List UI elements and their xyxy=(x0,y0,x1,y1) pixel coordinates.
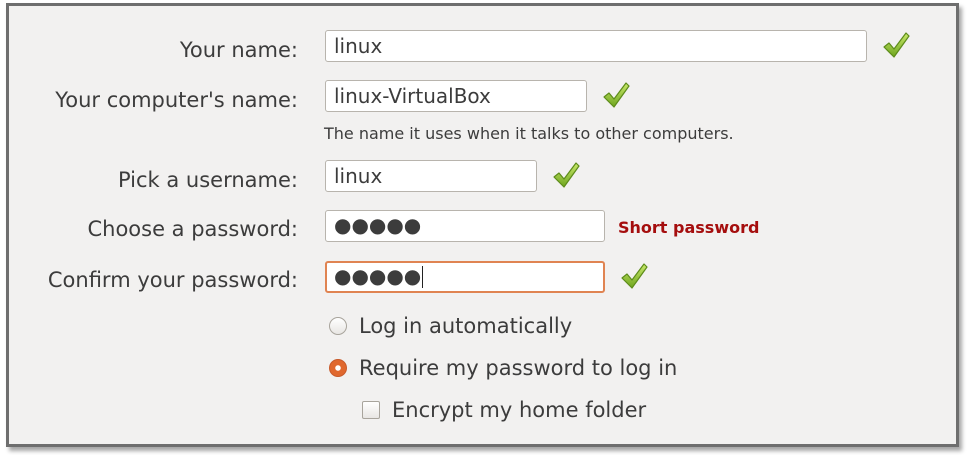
username-input[interactable]: linux xyxy=(325,160,537,192)
user-setup-panel: Your name: linux Your computer's name: l… xyxy=(6,3,959,447)
confirm-password-input[interactable]: ●●●●● xyxy=(325,261,605,293)
confirm-password-valid-checkmark-icon xyxy=(619,261,649,291)
confirm-password-mask: ●●●●● xyxy=(334,264,422,288)
computer-name-hint: The name it uses when it talks to other … xyxy=(324,124,734,143)
require-password-label[interactable]: Require my password to log in xyxy=(359,356,677,380)
username-valid-checkmark-icon xyxy=(551,160,581,190)
computer-name-label: Your computer's name: xyxy=(55,88,298,112)
password-mask: ●●●●● xyxy=(334,213,422,237)
encrypt-home-option[interactable]: Encrypt my home folder xyxy=(362,396,646,424)
computer-name-input[interactable]: linux-VirtualBox xyxy=(325,80,587,112)
confirm-password-label: Confirm your password: xyxy=(47,268,298,292)
password-input[interactable]: ●●●●● xyxy=(325,210,605,242)
your-name-input[interactable]: linux xyxy=(325,30,867,62)
encrypt-home-label[interactable]: Encrypt my home folder xyxy=(392,398,646,422)
username-label: Pick a username: xyxy=(117,168,298,192)
login-automatically-radio[interactable] xyxy=(329,317,347,335)
login-automatically-option[interactable]: Log in automatically xyxy=(329,312,572,340)
require-password-option[interactable]: Require my password to log in xyxy=(329,354,677,382)
your-name-label: Your name: xyxy=(179,38,298,62)
login-automatically-label[interactable]: Log in automatically xyxy=(359,314,572,338)
encrypt-home-checkbox[interactable] xyxy=(362,401,380,419)
password-label: Choose a password: xyxy=(87,217,298,241)
your-name-valid-checkmark-icon xyxy=(881,30,911,60)
require-password-radio[interactable] xyxy=(329,359,347,377)
text-caret xyxy=(422,265,424,288)
computer-name-valid-checkmark-icon xyxy=(601,80,631,110)
password-strength-message: Short password xyxy=(618,218,760,237)
